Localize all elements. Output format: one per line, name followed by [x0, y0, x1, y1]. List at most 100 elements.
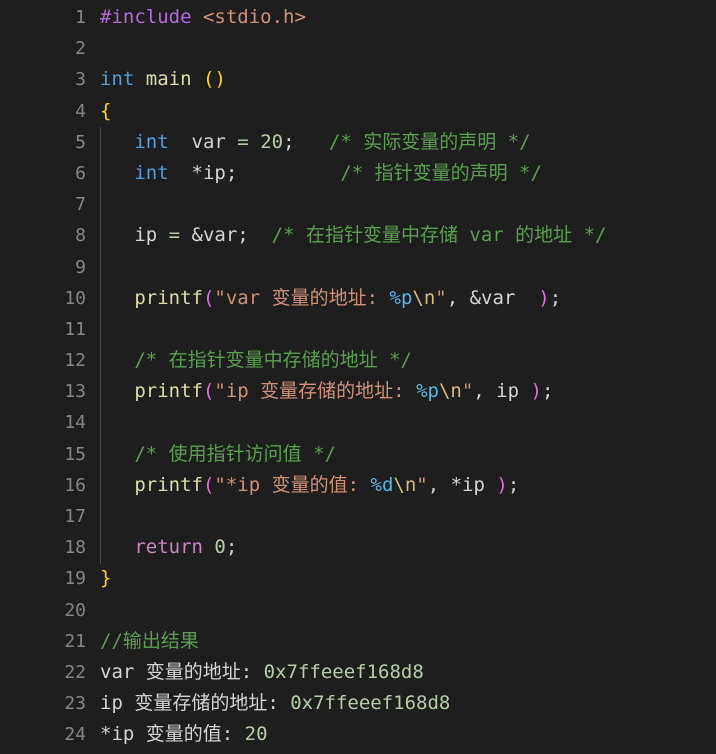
code-token: ": [416, 473, 428, 496]
code-editor[interactable]: 1 #include <stdio.h> 2 3 int main () 4{5 int …: [0, 0, 716, 754]
code-line[interactable]: 15 /* 使用指针访问值 */: [0, 439, 716, 470]
line-number: 6: [75, 162, 86, 184]
code-line[interactable]: 11: [0, 314, 716, 345]
code-line[interactable]: 18 return 0;: [0, 532, 716, 563]
code-token: int: [134, 161, 169, 184]
line-number: 20: [64, 599, 86, 621]
code-line[interactable]: 22 var 变量的地址: 0x7ffeeef168d8: [0, 657, 716, 688]
code-token: , *ip: [427, 473, 497, 496]
code-token: {: [100, 99, 112, 122]
code-token: "*ip 变量的值:: [214, 473, 371, 496]
line-number: 18: [64, 537, 86, 559]
code-line[interactable]: 8 ip = &var; /* 在指针变量中存储 var 的地址 */: [0, 220, 716, 251]
code-token: (: [202, 380, 215, 403]
code-line-content[interactable]: /* 在指针变量中存储的地址 */: [100, 345, 412, 376]
code-line[interactable]: 5 int var = 20; /* 实际变量的声明 */: [0, 127, 716, 158]
line-number: 2: [75, 38, 86, 60]
code-token: ): [538, 286, 550, 309]
code-token: main: [145, 68, 192, 91]
code-line-content[interactable]: printf("var 变量的地址: %p\n", &var );: [100, 283, 561, 314]
code-line[interactable]: 13 printf("ip 变量存储的地址: %p\n", ip );: [0, 376, 716, 407]
line-number: 19: [64, 568, 86, 590]
code-token: (): [203, 68, 226, 91]
code-line[interactable]: 21 //输出结果: [0, 626, 716, 657]
code-line[interactable]: 19}: [0, 563, 716, 594]
code-line[interactable]: 2: [0, 33, 716, 64]
line-number: 15: [64, 443, 86, 465]
code-token: 20: [260, 130, 284, 153]
code-token: /* 在指针变量中存储 var 的地址 */: [271, 224, 607, 247]
code-line-content[interactable]: /* 使用指针访问值 */: [100, 439, 336, 470]
code-line-content[interactable]: {: [100, 96, 111, 127]
code-token: /* 指针变量的声明 */: [340, 161, 542, 184]
code-line[interactable]: 9: [0, 252, 716, 283]
code-line[interactable]: 10 printf("var 变量的地址: %p\n", &var );: [0, 283, 716, 314]
code-line-content[interactable]: int var = 20; /* 实际变量的声明 */: [100, 127, 531, 158]
code-line[interactable]: 3 int main (): [0, 64, 716, 95]
line-number: 11: [64, 318, 86, 340]
code-token: ": [461, 380, 474, 403]
code-line[interactable]: 7: [0, 189, 716, 220]
code-token: ip 变量存储的地址:: [100, 692, 291, 715]
code-line-content[interactable]: }: [100, 563, 111, 594]
line-number: 7: [75, 194, 86, 216]
code-token: 0x7ffeeef168d8: [290, 692, 451, 715]
code-line[interactable]: 23 ip 变量存储的地址: 0x7ffeeef168d8: [0, 688, 716, 719]
code-token: /* 实际变量的声明 */: [328, 130, 531, 153]
code-token: int: [134, 130, 169, 153]
code-token: \n: [393, 473, 417, 496]
code-token: , ip: [473, 380, 531, 403]
line-number: 13: [64, 381, 86, 403]
code-line[interactable]: 6 int *ip; /* 指针变量的声明 */: [0, 158, 716, 189]
code-token: %d: [370, 473, 394, 496]
code-line-content[interactable]: //输出结果: [100, 626, 199, 657]
code-token: ": [435, 286, 447, 309]
code-token: *ip;: [168, 161, 238, 184]
code-line-content[interactable]: printf("*ip 变量的值: %d\n", *ip );: [100, 470, 519, 501]
code-line-content[interactable]: int main (): [100, 64, 226, 95]
code-line-content[interactable]: printf("ip 变量存储的地址: %p\n", ip );: [100, 376, 553, 407]
code-token: "var 变量的地址:: [214, 286, 390, 309]
code-line-content[interactable]: int *ip; /* 指针变量的声明 */: [100, 158, 542, 189]
code-line[interactable]: 12 /* 在指针变量中存储的地址 */: [0, 345, 716, 376]
code-token: =: [237, 130, 249, 153]
code-line[interactable]: 16 printf("*ip 变量的值: %d\n", *ip );: [0, 470, 716, 501]
code-token: \n: [438, 380, 462, 403]
code-token: ip: [100, 224, 169, 247]
code-line-content[interactable]: ip 变量存储的地址: 0x7ffeeef168d8: [100, 688, 450, 719]
code-token: //输出结果: [100, 629, 199, 652]
code-token: return: [134, 536, 203, 559]
line-number: 21: [64, 630, 86, 652]
code-token: 0: [214, 536, 226, 559]
code-line-content[interactable]: var 变量的地址: 0x7ffeeef168d8: [100, 657, 424, 688]
code-token: ): [496, 473, 508, 496]
code-token: ;: [541, 380, 554, 403]
line-number: 22: [64, 661, 86, 683]
code-token: \n: [412, 286, 436, 309]
code-line-content[interactable]: *ip 变量的值: 20: [100, 719, 268, 750]
code-line[interactable]: 17: [0, 501, 716, 532]
code-line[interactable]: 14: [0, 407, 716, 438]
code-line[interactable]: 24 *ip 变量的值: 20: [0, 719, 716, 750]
code-line-content[interactable]: ip = &var; /* 在指针变量中存储 var 的地址 */: [100, 220, 606, 251]
code-line-content[interactable]: return 0;: [100, 532, 237, 563]
code-line-content[interactable]: #include <stdio.h>: [100, 2, 306, 33]
code-line[interactable]: 4{: [0, 96, 716, 127]
code-token: var 变量的地址:: [100, 660, 264, 683]
code-line[interactable]: 1 #include <stdio.h>: [0, 2, 716, 33]
code-token: printf: [134, 473, 203, 496]
code-lines-container[interactable]: 1 #include <stdio.h> 2 3 int main () 4{5 int …: [0, 2, 716, 751]
code-line[interactable]: 20: [0, 595, 716, 626]
code-token: (: [202, 473, 215, 496]
code-token: ;: [507, 473, 520, 496]
code-token: <stdio.h>: [202, 6, 306, 28]
code-token: *ip 变量的值:: [100, 723, 245, 746]
